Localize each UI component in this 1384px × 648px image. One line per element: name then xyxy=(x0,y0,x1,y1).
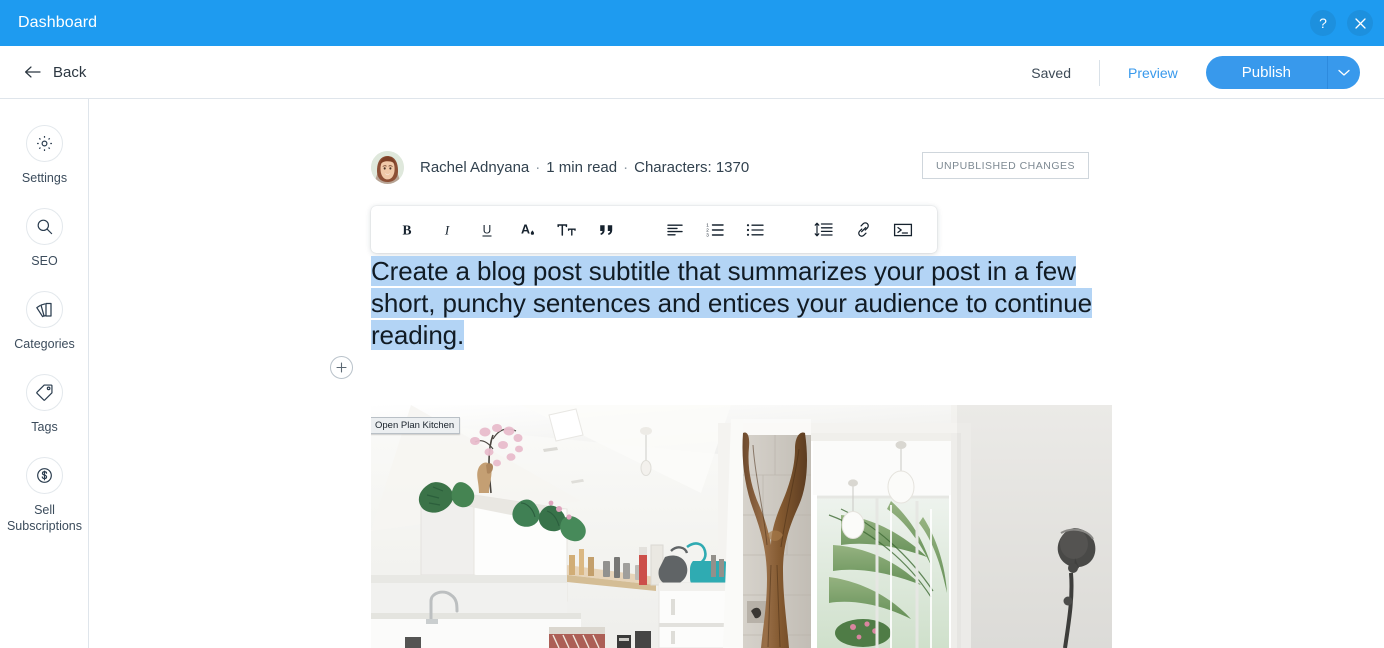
list-align-group: 1 2 3 xyxy=(641,206,789,253)
read-time: 1 min read xyxy=(546,158,618,176)
publish-dropdown-button[interactable] xyxy=(1328,56,1360,89)
line-spacing-button[interactable] xyxy=(803,206,843,253)
svg-text:I: I xyxy=(444,222,450,237)
quote-icon xyxy=(600,224,613,235)
text-style-group: B I U A xyxy=(371,206,641,253)
dollar-circle-icon xyxy=(26,457,63,494)
post-title-text: Create a blog post subtitle that summari… xyxy=(371,256,1092,350)
app-title: Dashboard xyxy=(18,14,98,31)
meta-separator: · xyxy=(623,158,629,176)
align-button[interactable] xyxy=(655,206,695,253)
publish-button[interactable]: Publish xyxy=(1206,56,1327,89)
link-button[interactable] xyxy=(843,206,883,253)
post-meta-text: Rachel Adnyana · 1 min read · Characters: 13… xyxy=(420,159,749,176)
tag-icon xyxy=(26,374,63,411)
editor-canvas: Rachel Adnyana · 1 min read · Characters: 13… xyxy=(90,99,1384,648)
author-name: Rachel Adnyana xyxy=(420,158,530,176)
bold-icon: B xyxy=(402,222,411,237)
text-color-icon: A xyxy=(521,223,534,237)
avatar xyxy=(371,150,404,184)
publish-button-group[interactable]: Publish xyxy=(1205,56,1360,89)
blockquote-button[interactable] xyxy=(587,206,627,253)
meta-separator: · xyxy=(535,158,541,176)
arrow-left-icon xyxy=(25,66,41,78)
question-mark-icon: ? xyxy=(1319,15,1327,31)
svg-text:A: A xyxy=(521,223,530,237)
embed-code-button[interactable] xyxy=(883,206,923,253)
ordered-list-button[interactable]: 1 2 3 xyxy=(695,206,735,253)
numbered-list-icon: 1 2 3 xyxy=(706,222,724,237)
text-color-button[interactable]: A xyxy=(507,206,547,253)
sidebar-item-label: Categories xyxy=(14,337,75,351)
search-icon xyxy=(26,208,63,245)
formatting-toolbar: B I U A 1 2 3 xyxy=(371,206,937,253)
sidebar-item-settings[interactable]: Settings xyxy=(0,125,89,186)
sidebar-item-label: Tags xyxy=(31,420,58,434)
header-divider xyxy=(1099,59,1100,86)
sidebar-item-label: SEO xyxy=(31,254,58,268)
header-actions: Saved Preview Publish xyxy=(1031,46,1360,99)
plus-circle-icon xyxy=(336,362,347,373)
top-app-bar: Dashboard ? xyxy=(0,0,1384,46)
insert-group xyxy=(789,206,937,253)
sidebar-item-label: Sell Subscriptions xyxy=(6,503,83,533)
saved-status: Saved xyxy=(1031,64,1071,81)
svg-text:3: 3 xyxy=(706,232,709,237)
sidebar-item-sell-subscriptions[interactable]: Sell Subscriptions xyxy=(0,457,89,534)
code-terminal-icon xyxy=(893,223,913,236)
line-spacing-icon xyxy=(814,222,833,237)
left-sidebar: Settings SEO Categories Tags Sell Subscr… xyxy=(0,99,89,648)
post-meta-row: Rachel Adnyana · 1 min read · Characters: 13… xyxy=(371,147,1089,187)
font-size-icon xyxy=(557,223,576,236)
underline-icon: U xyxy=(482,222,492,237)
link-icon xyxy=(857,222,869,237)
post-title[interactable]: Create a blog post subtitle that summari… xyxy=(371,255,1131,351)
close-button[interactable] xyxy=(1347,10,1373,36)
preview-button[interactable]: Preview xyxy=(1128,65,1178,81)
close-icon xyxy=(1354,17,1366,29)
svg-text:B: B xyxy=(402,222,411,237)
sidebar-item-tags[interactable]: Tags xyxy=(0,374,89,435)
cards-stack-icon xyxy=(26,291,63,328)
open-plan-kitchen-photo xyxy=(371,405,1112,648)
font-size-button[interactable] xyxy=(547,206,587,253)
character-count: Characters: 1370 xyxy=(634,158,750,176)
align-left-icon xyxy=(667,224,683,235)
add-block-button[interactable] xyxy=(330,356,353,379)
sidebar-item-categories[interactable]: Categories xyxy=(0,291,89,352)
help-button[interactable]: ? xyxy=(1310,10,1336,36)
editor-header: Back Saved Preview Publish xyxy=(0,46,1384,99)
status-badge: UNPUBLISHED CHANGES xyxy=(921,152,1089,179)
image-alt-label: Open Plan Kitchen xyxy=(371,417,461,434)
sidebar-item-label: Settings xyxy=(21,171,68,185)
bold-button[interactable]: B xyxy=(387,206,427,253)
underline-button[interactable]: U xyxy=(467,206,507,253)
back-button[interactable]: Back xyxy=(24,64,86,81)
italic-icon: I xyxy=(444,222,450,237)
back-label: Back xyxy=(53,63,87,81)
gear-icon xyxy=(26,125,63,162)
chevron-down-icon xyxy=(1338,69,1350,76)
unordered-list-button[interactable] xyxy=(735,206,775,253)
sidebar-item-seo[interactable]: SEO xyxy=(0,208,89,269)
post-hero-image[interactable]: Open Plan Kitchen xyxy=(371,405,1112,648)
svg-text:U: U xyxy=(483,222,492,236)
italic-button[interactable]: I xyxy=(427,206,467,253)
bullet-list-icon xyxy=(746,223,764,236)
top-bar-actions: ? xyxy=(1310,0,1373,46)
